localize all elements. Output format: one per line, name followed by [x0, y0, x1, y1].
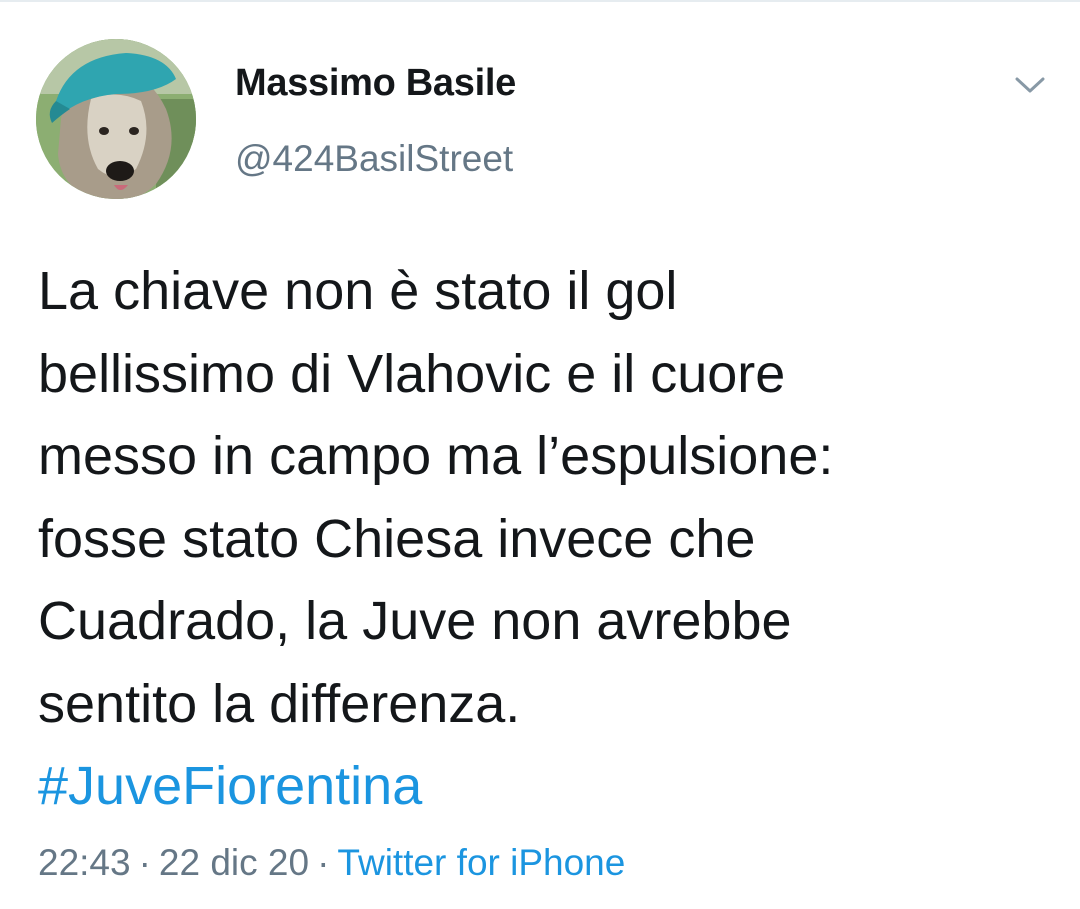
tweet-text-line: fosse stato Chiesa invece che	[38, 508, 756, 569]
separator: ·	[138, 842, 151, 883]
separator: ·	[317, 842, 330, 883]
tweet-text-line: La chiave non è stato il gol	[38, 261, 678, 321]
avatar[interactable]	[36, 39, 196, 199]
author-display-name[interactable]: Massimo Basile	[235, 62, 516, 105]
tweet-text: La chiave non è stato il gol bellissimo …	[38, 250, 1048, 828]
tweet-metadata: 22:43 · 22 dic 20 · Twitter for iPhone	[38, 842, 625, 884]
tweet-text-line: Cuadrado, la Juve non avrebbe	[38, 591, 792, 651]
tweet-text-line: sentito la differenza.	[38, 673, 521, 734]
tweet-source-link[interactable]: Twitter for iPhone	[337, 842, 625, 883]
tweet-text-line: bellissimo di Vlahovic e il cuore	[38, 343, 786, 404]
tweet-menu-button[interactable]	[1010, 70, 1050, 100]
top-divider	[0, 0, 1080, 2]
dog-avatar-icon	[36, 39, 196, 199]
author-handle[interactable]: @424BasilStreet	[235, 138, 513, 180]
hashtag-link[interactable]: #JuveFiorentina	[38, 745, 1048, 828]
tweet-text-line: messo in campo ma l’espulsione:	[38, 426, 834, 486]
tweet-date[interactable]: 22 dic 20	[159, 842, 309, 883]
tweet-time[interactable]: 22:43	[38, 842, 131, 883]
chevron-down-icon	[1015, 77, 1045, 93]
